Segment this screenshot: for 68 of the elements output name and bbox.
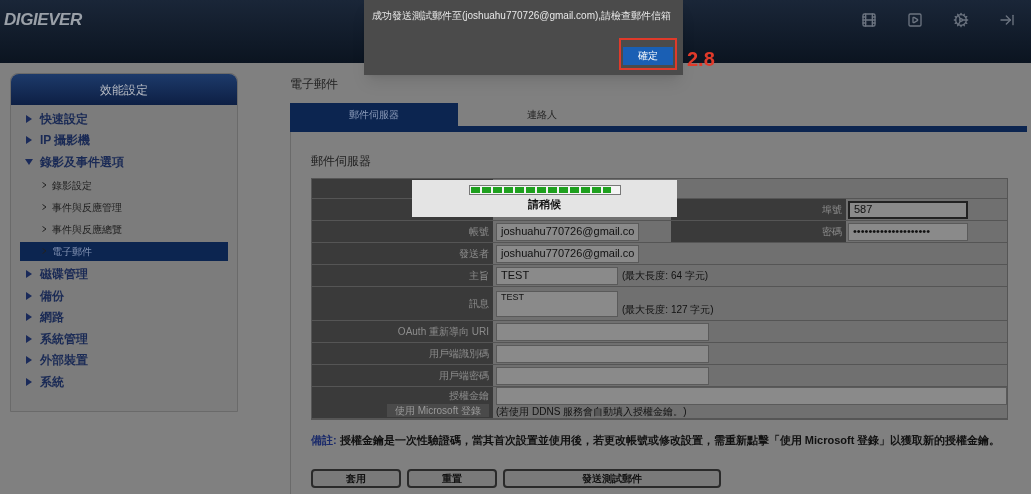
caret-right-icon bbox=[25, 356, 33, 365]
film-strip-icon[interactable] bbox=[861, 11, 877, 28]
submenu-item[interactable]: 錄影設定 bbox=[20, 175, 228, 195]
caret-right-icon bbox=[25, 291, 33, 300]
field-label: 授權金鑰 bbox=[449, 389, 489, 403]
input-field[interactable] bbox=[496, 387, 1007, 405]
field-label: 用戶端識別碼 bbox=[429, 347, 489, 361]
menu-item[interactable]: IP 攝影機 bbox=[11, 129, 237, 151]
menu-item[interactable]: 快速設定 bbox=[11, 108, 237, 130]
play-icon[interactable] bbox=[907, 11, 923, 28]
submenu-item[interactable]: 事件與反應總覽 bbox=[20, 219, 228, 239]
action-button[interactable]: 發送測試郵件 bbox=[503, 469, 721, 488]
note-text: 授權金鑰是一次性驗證碼，當其首次設置並使用後，若更改帳號或修改設置，需重新點擊「使用 Microsoft 登錄」以獲取新的授權金鑰。 bbox=[339, 434, 1001, 446]
menu-item[interactable]: 系統 bbox=[11, 371, 237, 393]
field-label: 發送者 bbox=[459, 247, 489, 261]
sidebar-title: 效能設定 bbox=[11, 74, 237, 105]
tab[interactable]: 郵件伺服器 bbox=[290, 103, 458, 126]
chevron-icon bbox=[42, 226, 47, 232]
field-label: 帳號 bbox=[469, 225, 489, 239]
field-label: 訊息 bbox=[469, 297, 489, 311]
input-field[interactable] bbox=[496, 322, 709, 341]
menu-item[interactable]: 網路 bbox=[11, 306, 237, 328]
caret-right-icon bbox=[25, 313, 33, 322]
field-label: 埠號 bbox=[822, 203, 842, 217]
tab[interactable]: 連絡人 bbox=[458, 103, 626, 126]
caret-right-icon bbox=[25, 136, 33, 145]
settings-icon[interactable] bbox=[953, 11, 969, 28]
caret-right-icon bbox=[25, 377, 33, 386]
note-label: 備註: bbox=[311, 434, 338, 446]
input-field[interactable]: joshuahu770726@gmail.co bbox=[496, 244, 640, 263]
menu-item[interactable]: 錄影及事件選項 bbox=[11, 151, 237, 173]
submenu-item[interactable]: 電子郵件 bbox=[20, 241, 228, 261]
menu-item[interactable]: 外部裝置 bbox=[11, 349, 237, 371]
chevron-icon bbox=[42, 182, 47, 188]
menu-item[interactable]: 備份 bbox=[11, 285, 237, 307]
caret-right-icon bbox=[25, 114, 33, 123]
submenu-item[interactable]: 事件與反應管理 bbox=[20, 197, 228, 217]
input-field[interactable]: 587 bbox=[848, 200, 968, 219]
step-annotation: 2.8 bbox=[687, 47, 715, 72]
section-title: 郵件伺服器 bbox=[311, 153, 372, 170]
field-label: 主旨 bbox=[469, 269, 489, 283]
action-button[interactable]: 套用 bbox=[311, 469, 401, 488]
menu-item[interactable]: 磁碟管理 bbox=[11, 263, 237, 285]
input-field[interactable] bbox=[496, 344, 709, 363]
chevron-icon bbox=[42, 204, 47, 210]
field-label: 密碼 bbox=[822, 225, 842, 239]
menu-item[interactable]: 系統管理 bbox=[11, 328, 237, 350]
chevron-icon bbox=[42, 248, 47, 254]
field-label: 用戶端密碼 bbox=[439, 369, 489, 383]
progress-text: 請稍候 bbox=[528, 196, 561, 212]
caret-right-icon bbox=[25, 270, 33, 279]
action-button[interactable]: 重置 bbox=[407, 469, 497, 488]
caret-down-icon bbox=[25, 157, 33, 166]
input-field[interactable]: •••••••••••••••••••• bbox=[848, 222, 968, 241]
logo: DIGIEVER bbox=[4, 8, 82, 31]
microsoft-login-button[interactable]: 使用 Microsoft 登錄 bbox=[386, 404, 489, 417]
input-field[interactable]: TEST bbox=[496, 266, 618, 285]
hint-text: (最大長度: 64 字元) bbox=[622, 269, 709, 283]
message-textarea[interactable]: TEST bbox=[496, 291, 618, 317]
ok-button[interactable]: 確定 bbox=[623, 46, 673, 65]
input-field[interactable]: joshuahu770726@gmail.co bbox=[496, 222, 640, 241]
caret-right-icon bbox=[25, 334, 33, 343]
page-title: 電子郵件 bbox=[290, 76, 339, 93]
input-field[interactable] bbox=[496, 366, 709, 385]
dialog-message: 成功發送測試郵件至(joshuahu770726@gmail.com),請檢查郵件信箱 bbox=[372, 9, 673, 23]
hint-text: (若使用 DDNS 服務會自動填入授權金鑰。) bbox=[496, 406, 688, 418]
hint-text: (最大長度: 127 字元) bbox=[622, 303, 714, 317]
field-label: OAuth 重新導向 URI bbox=[397, 325, 489, 339]
